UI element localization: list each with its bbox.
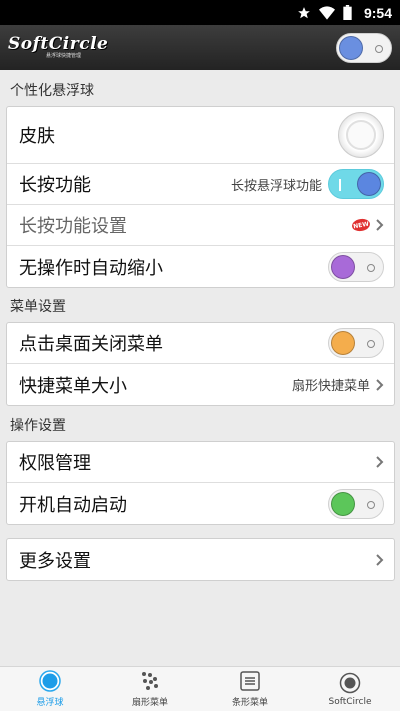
autostart-label: 开机自动启动 bbox=[19, 494, 127, 516]
autostart-row[interactable]: 开机自动启动 bbox=[7, 483, 394, 524]
skin-label: 皮肤 bbox=[19, 126, 55, 147]
nav-softcircle[interactable]: SoftCircle bbox=[300, 667, 400, 711]
chevron-right-icon bbox=[376, 219, 384, 231]
long-press-settings-label: 长按功能设置 bbox=[19, 216, 127, 237]
toggle-on-indicator bbox=[339, 179, 341, 191]
bar-menu-icon bbox=[239, 670, 261, 692]
permission-label: 权限管理 bbox=[19, 453, 91, 474]
long-press-row[interactable]: 长按功能 长按悬浮球功能 bbox=[7, 164, 394, 205]
section-header-operation: 操作设置 bbox=[10, 418, 66, 434]
skin-inner-ring bbox=[346, 120, 376, 150]
nav-label: 悬浮球 bbox=[36, 698, 64, 708]
toggle-off-indicator bbox=[367, 263, 375, 272]
chevron-right-icon bbox=[376, 456, 384, 468]
toggle-off-indicator bbox=[367, 500, 375, 509]
nav-label: 扇形菜单 bbox=[131, 698, 168, 708]
logo-subtext: 悬浮球快捷管理 bbox=[46, 53, 82, 59]
personalize-card: 皮肤 长按功能 长按悬浮球功能 长按功能设置 NEW 无操作时自动缩小 bbox=[6, 106, 395, 288]
status-time: 9:54 bbox=[363, 4, 392, 21]
status-bar: 9:54 bbox=[0, 0, 400, 25]
app-bar: SoftCircle 悬浮球快捷管理 bbox=[0, 25, 400, 70]
quick-menu-size-value: 扇形快捷菜单 bbox=[291, 379, 370, 394]
auto-shrink-label: 无操作时自动缩小 bbox=[19, 257, 163, 279]
nav-bar-menu[interactable]: 条形菜单 bbox=[200, 667, 300, 711]
chevron-right-icon bbox=[376, 553, 384, 566]
star-icon bbox=[298, 6, 310, 18]
nav-floating-ball[interactable]: 悬浮球 bbox=[0, 667, 100, 711]
bottom-nav: 悬浮球 扇形菜单 条形菜单 SoftCircle bbox=[0, 666, 400, 711]
quick-menu-size-label: 快捷菜单大小 bbox=[19, 375, 127, 397]
toggle-off-indicator bbox=[367, 340, 375, 348]
tap-desktop-close-label: 点击桌面关闭菜单 bbox=[19, 334, 163, 355]
operation-settings-card: 权限管理 开机自动启动 bbox=[6, 441, 395, 525]
long-press-label: 长按功能 bbox=[19, 175, 91, 196]
new-badge: NEW bbox=[351, 217, 371, 233]
battery-icon bbox=[343, 5, 352, 20]
fan-menu-icon bbox=[139, 670, 161, 692]
master-toggle[interactable] bbox=[336, 32, 392, 63]
wifi-icon bbox=[318, 5, 335, 20]
permission-row[interactable]: 权限管理 bbox=[7, 442, 394, 483]
long-press-hint: 长按悬浮球功能 bbox=[230, 178, 322, 194]
nav-fan-menu[interactable]: 扇形菜单 bbox=[100, 667, 200, 711]
skin-row[interactable]: 皮肤 bbox=[7, 107, 394, 164]
more-settings-card: 更多设置 bbox=[6, 538, 395, 581]
chevron-right-icon bbox=[376, 378, 384, 391]
tap-desktop-close-toggle[interactable] bbox=[328, 328, 384, 358]
floating-ball-icon bbox=[39, 670, 61, 692]
softcircle-icon bbox=[339, 672, 361, 694]
more-settings-label: 更多设置 bbox=[19, 550, 91, 572]
auto-shrink-row[interactable]: 无操作时自动缩小 bbox=[7, 246, 394, 287]
app-logo: SoftCircle 悬浮球快捷管理 bbox=[8, 36, 108, 59]
toggle-knob bbox=[331, 491, 355, 516]
skin-preview[interactable] bbox=[338, 112, 384, 158]
nav-label: SoftCircle bbox=[328, 696, 372, 707]
toggle-knob bbox=[331, 254, 355, 279]
auto-shrink-toggle[interactable] bbox=[328, 251, 384, 282]
toggle-off-indicator bbox=[375, 44, 383, 53]
tap-desktop-close-row[interactable]: 点击桌面关闭菜单 bbox=[7, 323, 394, 364]
toggle-knob bbox=[357, 172, 381, 196]
more-settings-row[interactable]: 更多设置 bbox=[7, 539, 394, 580]
long-press-toggle[interactable] bbox=[328, 169, 384, 199]
section-header-menu: 菜单设置 bbox=[10, 299, 66, 315]
quick-menu-size-row[interactable]: 快捷菜单大小 扇形快捷菜单 bbox=[7, 364, 394, 405]
menu-settings-card: 点击桌面关闭菜单 快捷菜单大小 扇形快捷菜单 bbox=[6, 322, 395, 406]
autostart-toggle[interactable] bbox=[328, 488, 384, 519]
toggle-knob bbox=[339, 35, 363, 60]
long-press-settings-row[interactable]: 长按功能设置 NEW bbox=[7, 205, 394, 246]
logo-text: SoftCircle bbox=[8, 34, 109, 54]
nav-label: 条形菜单 bbox=[231, 698, 268, 708]
section-header-personalize: 个性化悬浮球 bbox=[10, 83, 94, 99]
toggle-knob bbox=[331, 331, 355, 355]
